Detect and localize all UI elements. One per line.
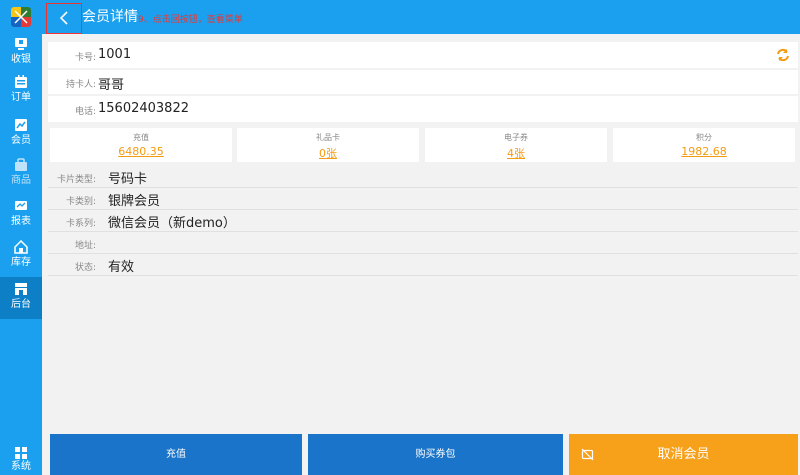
refresh-icon[interactable] — [776, 48, 790, 62]
member-icon — [15, 119, 27, 131]
phone-value: 15602403822 — [98, 101, 189, 116]
detail-label: 卡系列: — [65, 219, 96, 229]
cashier-icon — [15, 38, 27, 50]
back-button[interactable] — [46, 3, 82, 34]
sidebar-item-label: 收银 — [11, 54, 31, 65]
detail-value: 微信会员（新demo） — [108, 216, 236, 231]
stat-value[interactable]: 1982.68 — [613, 145, 795, 158]
detail-row-card-series: 卡系列: 微信会员（新demo） — [48, 210, 798, 232]
sidebar-item-goods[interactable]: 商品 — [0, 155, 42, 193]
chevron-left-icon — [59, 11, 68, 25]
report-icon — [15, 201, 27, 210]
sidebar-item-inventory[interactable]: 库存 — [0, 237, 42, 275]
sidebar-item-system[interactable]: 系统 — [0, 445, 42, 475]
sidebar-item-label: 库存 — [11, 257, 31, 268]
backend-icon — [15, 283, 27, 295]
stat-gift-card[interactable]: 礼品卡 0张 — [237, 128, 419, 162]
card-number-value: 1001 — [98, 47, 132, 62]
stat-label: 电子券 — [504, 133, 528, 142]
detail-label: 卡片类型: — [56, 175, 96, 185]
stat-label: 积分 — [696, 133, 712, 142]
stat-value[interactable]: 4张 — [425, 145, 607, 161]
sidebar-item-report[interactable]: 报表 — [0, 196, 42, 234]
phone-label: 电话: — [74, 107, 96, 117]
phone-row: 电话: 15602403822 — [48, 96, 798, 122]
card-number-label: 卡号: — [74, 53, 96, 63]
order-icon — [15, 75, 27, 88]
goods-icon — [15, 158, 27, 171]
stat-label: 充值 — [133, 133, 149, 142]
stat-label: 礼品卡 — [316, 133, 340, 142]
sidebar-item-member[interactable]: 会员 — [0, 115, 42, 153]
detail-value: 银牌会员 — [108, 194, 161, 209]
detail-row-status: 状态: 有效 — [48, 254, 798, 276]
recharge-button[interactable]: 充值 — [50, 434, 302, 475]
detail-row-card-category: 卡类别: 银牌会员 — [48, 188, 798, 210]
holder-value: 哥哥 — [98, 78, 125, 93]
card-off-icon — [581, 448, 594, 461]
detail-label: 状态: — [74, 263, 96, 273]
sidebar-item-label: 订单 — [11, 92, 31, 103]
detail-value: 有效 — [108, 260, 135, 275]
sidebar: 收银 订单 会员 商品 报表 库存 后台 系统 — [0, 0, 42, 475]
hint-text: 9、点击回按钮，查看菜单 — [138, 15, 243, 25]
stat-recharge[interactable]: 充值 6480.35 — [50, 128, 232, 162]
stat-value[interactable]: 0张 — [237, 145, 419, 161]
cancel-member-button[interactable]: 取消会员 — [569, 434, 798, 475]
detail-row-address: 地址: — [48, 232, 798, 254]
sidebar-item-label: 会员 — [11, 135, 31, 146]
detail-label: 卡类别: — [65, 197, 96, 207]
card-number-row: 卡号: 1001 — [48, 42, 798, 68]
holder-label: 持卡人: — [65, 80, 96, 90]
inventory-icon — [14, 240, 28, 254]
sidebar-item-label: 报表 — [11, 216, 31, 227]
holder-row: 持卡人: 哥哥 — [48, 70, 798, 94]
detail-value: 号码卡 — [108, 172, 148, 187]
buy-coupon-button[interactable]: 购买券包 — [308, 434, 563, 475]
member-details: 卡片类型: 号码卡 卡类别: 银牌会员 卡系列: 微信会员（新demo） 地址:… — [48, 166, 798, 276]
system-icon — [15, 447, 27, 459]
sidebar-item-label: 商品 — [11, 175, 31, 186]
sidebar-item-backend[interactable]: 后台 — [0, 277, 42, 319]
stat-points[interactable]: 积分 1982.68 — [613, 128, 795, 162]
sidebar-item-label: 后台 — [11, 299, 31, 310]
stat-e-coupon[interactable]: 电子券 4张 — [425, 128, 607, 162]
top-bar: 会员详情 9、点击回按钮，查看菜单 — [42, 0, 800, 34]
page-title: 会员详情 — [82, 9, 138, 25]
detail-row-card-type: 卡片类型: 号码卡 — [48, 166, 798, 188]
app-logo — [11, 7, 31, 27]
cancel-member-label: 取消会员 — [657, 447, 710, 462]
sidebar-item-label: 系统 — [11, 461, 31, 472]
sidebar-item-cashier[interactable]: 收银 — [0, 34, 42, 72]
stat-value[interactable]: 6480.35 — [50, 145, 232, 158]
sidebar-item-order[interactable]: 订单 — [0, 72, 42, 110]
detail-label: 地址: — [74, 241, 96, 251]
